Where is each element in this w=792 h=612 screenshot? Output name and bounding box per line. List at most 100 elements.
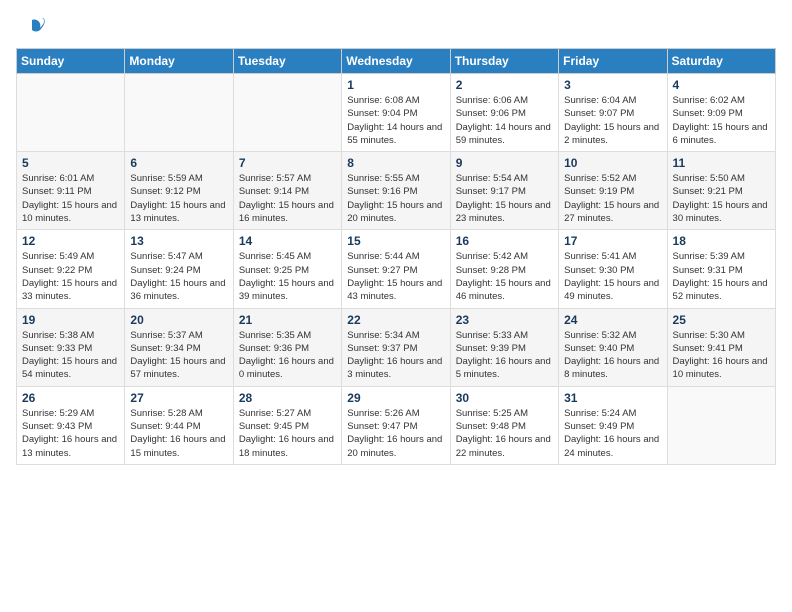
day-info: Sunrise: 5:35 AMSunset: 9:36 PMDaylight:… (239, 329, 336, 382)
calendar-cell: 25 Sunrise: 5:30 AMSunset: 9:41 PMDayligh… (667, 308, 775, 386)
calendar-cell: 21Sunrise: 5:35 AMSunset: 9:36 PMDayligh… (233, 308, 341, 386)
weekday-header-thursday: Thursday (450, 49, 558, 74)
calendar-week-1: 1 Sunrise: 6:08 AMSunset: 9:04 PMDaylight… (17, 74, 776, 152)
day-number: 11 (673, 156, 770, 170)
calendar-cell: 7 Sunrise: 5:57 AMSunset: 9:14 PMDaylight… (233, 152, 341, 230)
calendar-cell: 12 Sunrise: 5:49 AMSunset: 9:22 PMDayligh… (17, 230, 125, 308)
day-info: Sunrise: 6:08 AMSunset: 9:04 PMDaylight:… (347, 94, 444, 147)
calendar-cell: 9 Sunrise: 5:54 AMSunset: 9:17 PMDaylight… (450, 152, 558, 230)
day-number: 16 (456, 234, 553, 248)
day-info: Sunrise: 5:45 AMSunset: 9:25 PMDaylight:… (239, 250, 336, 303)
logo-bird-icon (18, 16, 46, 44)
weekday-header-wednesday: Wednesday (342, 49, 450, 74)
weekday-header-saturday: Saturday (667, 49, 775, 74)
day-info: Sunrise: 5:29 AMSunset: 9:43 PMDaylight:… (22, 407, 119, 460)
day-number: 26 (22, 391, 119, 405)
calendar-cell: 24 Sunrise: 5:32 AMSunset: 9:40 PMDayligh… (559, 308, 667, 386)
day-info: Sunrise: 6:06 AMSunset: 9:06 PMDaylight:… (456, 94, 553, 147)
day-number: 17 (564, 234, 661, 248)
day-info: Sunrise: 6:04 AMSunset: 9:07 PMDaylight:… (564, 94, 661, 147)
calendar-cell: 19Sunrise: 5:38 AMSunset: 9:33 PMDayligh… (17, 308, 125, 386)
logo (16, 16, 46, 44)
weekday-header-monday: Monday (125, 49, 233, 74)
calendar-week-4: 19Sunrise: 5:38 AMSunset: 9:33 PMDayligh… (17, 308, 776, 386)
calendar-cell: 16 Sunrise: 5:42 AMSunset: 9:28 PMDayligh… (450, 230, 558, 308)
calendar-cell (667, 386, 775, 464)
calendar-cell (125, 74, 233, 152)
day-info: Sunrise: 5:57 AMSunset: 9:14 PMDaylight:… (239, 172, 336, 225)
calendar-cell: 6Sunrise: 5:59 AMSunset: 9:12 PMDaylight… (125, 152, 233, 230)
day-number: 27 (130, 391, 227, 405)
day-info: Sunrise: 5:25 AMSunset: 9:48 PMDaylight:… (456, 407, 553, 460)
day-number: 12 (22, 234, 119, 248)
day-number: 22 (347, 313, 444, 327)
weekday-header-friday: Friday (559, 49, 667, 74)
day-number: 10 (564, 156, 661, 170)
day-number: 3 (564, 78, 661, 92)
calendar-cell: 29 Sunrise: 5:26 AMSunset: 9:47 PMDayligh… (342, 386, 450, 464)
calendar-cell: 26 Sunrise: 5:29 AMSunset: 9:43 PMDayligh… (17, 386, 125, 464)
day-info: Sunrise: 5:49 AMSunset: 9:22 PMDaylight:… (22, 250, 119, 303)
day-number: 31 (564, 391, 661, 405)
calendar-cell: 14Sunrise: 5:45 AMSunset: 9:25 PMDayligh… (233, 230, 341, 308)
weekday-header-sunday: Sunday (17, 49, 125, 74)
calendar-cell: 8Sunrise: 5:55 AMSunset: 9:16 PMDaylight… (342, 152, 450, 230)
day-number: 29 (347, 391, 444, 405)
day-number: 18 (673, 234, 770, 248)
calendar-cell: 10 Sunrise: 5:52 AMSunset: 9:19 PMDayligh… (559, 152, 667, 230)
day-info: Sunrise: 6:01 AMSunset: 9:11 PMDaylight:… (22, 172, 119, 225)
calendar-cell: 1 Sunrise: 6:08 AMSunset: 9:04 PMDaylight… (342, 74, 450, 152)
day-info: Sunrise: 5:34 AMSunset: 9:37 PMDaylight:… (347, 329, 444, 382)
calendar-cell: 27 Sunrise: 5:28 AMSunset: 9:44 PMDayligh… (125, 386, 233, 464)
calendar-cell: 17 Sunrise: 5:41 AMSunset: 9:30 PMDayligh… (559, 230, 667, 308)
day-number: 5 (22, 156, 119, 170)
day-info: Sunrise: 5:47 AMSunset: 9:24 PMDaylight:… (130, 250, 227, 303)
day-number: 24 (564, 313, 661, 327)
day-info: Sunrise: 5:28 AMSunset: 9:44 PMDaylight:… (130, 407, 227, 460)
day-number: 13 (130, 234, 227, 248)
day-number: 19 (22, 313, 119, 327)
day-info: Sunrise: 5:41 AMSunset: 9:30 PMDaylight:… (564, 250, 661, 303)
calendar-table: SundayMondayTuesdayWednesdayThursdayFrid… (16, 48, 776, 465)
day-info: Sunrise: 5:33 AMSunset: 9:39 PMDaylight:… (456, 329, 553, 382)
day-info: Sunrise: 5:39 AMSunset: 9:31 PMDaylight:… (673, 250, 770, 303)
calendar-week-3: 12 Sunrise: 5:49 AMSunset: 9:22 PMDayligh… (17, 230, 776, 308)
weekday-header-row: SundayMondayTuesdayWednesdayThursdayFrid… (17, 49, 776, 74)
calendar-cell: 30 Sunrise: 5:25 AMSunset: 9:48 PMDayligh… (450, 386, 558, 464)
day-number: 7 (239, 156, 336, 170)
day-number: 9 (456, 156, 553, 170)
day-number: 4 (673, 78, 770, 92)
day-number: 8 (347, 156, 444, 170)
day-info: Sunrise: 5:27 AMSunset: 9:45 PMDaylight:… (239, 407, 336, 460)
day-number: 20 (130, 313, 227, 327)
calendar-cell: 18 Sunrise: 5:39 AMSunset: 9:31 PMDayligh… (667, 230, 775, 308)
calendar-cell: 4 Sunrise: 6:02 AMSunset: 9:09 PMDaylight… (667, 74, 775, 152)
day-info: Sunrise: 5:54 AMSunset: 9:17 PMDaylight:… (456, 172, 553, 225)
day-number: 1 (347, 78, 444, 92)
day-info: Sunrise: 5:44 AMSunset: 9:27 PMDaylight:… (347, 250, 444, 303)
day-info: Sunrise: 6:02 AMSunset: 9:09 PMDaylight:… (673, 94, 770, 147)
day-number: 30 (456, 391, 553, 405)
calendar-cell: 23 Sunrise: 5:33 AMSunset: 9:39 PMDayligh… (450, 308, 558, 386)
day-number: 25 (673, 313, 770, 327)
day-info: Sunrise: 5:24 AMSunset: 9:49 PMDaylight:… (564, 407, 661, 460)
day-info: Sunrise: 5:42 AMSunset: 9:28 PMDaylight:… (456, 250, 553, 303)
day-info: Sunrise: 5:52 AMSunset: 9:19 PMDaylight:… (564, 172, 661, 225)
calendar-cell: 3 Sunrise: 6:04 AMSunset: 9:07 PMDaylight… (559, 74, 667, 152)
day-info: Sunrise: 5:32 AMSunset: 9:40 PMDaylight:… (564, 329, 661, 382)
calendar-cell: 22 Sunrise: 5:34 AMSunset: 9:37 PMDayligh… (342, 308, 450, 386)
day-number: 6 (130, 156, 227, 170)
calendar-cell: 28 Sunrise: 5:27 AMSunset: 9:45 PMDayligh… (233, 386, 341, 464)
calendar-cell: 2 Sunrise: 6:06 AMSunset: 9:06 PMDaylight… (450, 74, 558, 152)
day-number: 15 (347, 234, 444, 248)
calendar-cell: 20 Sunrise: 5:37 AMSunset: 9:34 PMDayligh… (125, 308, 233, 386)
calendar-week-2: 5 Sunrise: 6:01 AMSunset: 9:11 PMDaylight… (17, 152, 776, 230)
day-number: 23 (456, 313, 553, 327)
day-number: 28 (239, 391, 336, 405)
day-info: Sunrise: 5:30 AMSunset: 9:41 PMDaylight:… (673, 329, 770, 382)
day-info: Sunrise: 5:37 AMSunset: 9:34 PMDaylight:… (130, 329, 227, 382)
calendar-cell: 15 Sunrise: 5:44 AMSunset: 9:27 PMDayligh… (342, 230, 450, 308)
day-number: 2 (456, 78, 553, 92)
day-info: Sunrise: 5:26 AMSunset: 9:47 PMDaylight:… (347, 407, 444, 460)
page-header (16, 16, 776, 44)
